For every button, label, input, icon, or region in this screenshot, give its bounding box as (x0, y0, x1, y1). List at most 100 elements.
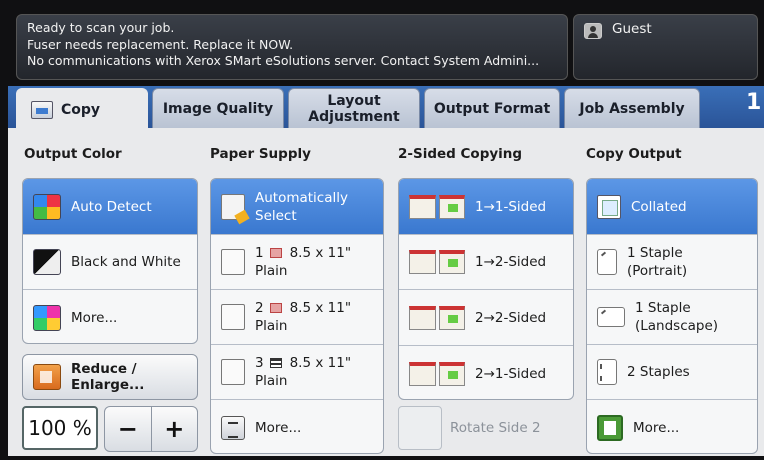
tab-overflow-indicator[interactable]: 1 (746, 90, 761, 115)
tray-size: 8.5 x 11" (289, 300, 352, 316)
two-to-two-sided-icon (409, 305, 465, 330)
tab-image-quality-label: Image Quality (162, 100, 274, 117)
tray-number: 1 (255, 245, 264, 261)
reduce-enlarge-icon (33, 364, 61, 390)
tab-image-quality[interactable]: Image Quality (152, 88, 284, 128)
option-label-line2: (Landscape) (635, 318, 719, 334)
option-label-line1: 1 Staple (627, 245, 683, 261)
copier-screen: Ready to scan your job. Fuser needs repl… (0, 0, 764, 460)
copy-icon (31, 100, 53, 119)
option-label: 2→1-Sided (475, 365, 547, 382)
one-to-two-sided-icon (409, 250, 465, 274)
paper-more[interactable]: More... (211, 399, 383, 453)
status-line-3: No communications with Xerox SMart eSolu… (27, 53, 540, 68)
zoom-increase-button[interactable]: + (152, 407, 198, 451)
option-label-line1: 1 Staple (635, 300, 691, 316)
output-more-icon (597, 414, 623, 441)
two-sided-group: 1→1-Sided 1→2-Sided 2→2-Sided 2→1-Sided (398, 178, 574, 400)
copy-output-group: Collated 1 Staple (Portrait) 1 Staple (L… (586, 178, 758, 454)
list-more-icon (221, 415, 245, 440)
tray-number: 2 (255, 300, 264, 316)
paper-tray-icon (221, 304, 245, 330)
tab-output-format[interactable]: Output Format (424, 88, 560, 128)
paper-color-icon (269, 303, 282, 313)
option-label: 1 Staple (Landscape) (635, 299, 718, 335)
user-name: Guest (612, 21, 652, 37)
option-label: More... (633, 419, 680, 436)
tray-size: 8.5 x 11" (289, 245, 352, 261)
paper-supply-header: Paper Supply (210, 146, 311, 162)
status-line-2: Fuser needs replacement. Replace it NOW. (27, 36, 294, 52)
option-label: 1 Staple (Portrait) (627, 244, 687, 280)
option-label: 1→1-Sided (475, 198, 547, 215)
copy-output-header: Copy Output (586, 146, 682, 162)
paper-auto-select[interactable]: Automatically Select (211, 179, 383, 234)
option-1-to-1-sided[interactable]: 1→1-Sided (399, 179, 573, 234)
option-1-to-2-sided[interactable]: 1→2-Sided (399, 234, 573, 289)
output-color-header: Output Color (24, 146, 122, 162)
color-auto-icon (33, 193, 61, 220)
paper-tray-1[interactable]: 1 8.5 x 11" Plain (211, 234, 383, 289)
collated-icon (597, 194, 621, 219)
tab-layout-adjustment-label: Layout Adjustment (308, 92, 400, 125)
one-to-one-sided-icon (409, 194, 465, 219)
tab-layout-adjustment[interactable]: Layout Adjustment (288, 88, 420, 128)
option-2-to-2-sided[interactable]: 2→2-Sided (399, 289, 573, 345)
option-2-staples[interactable]: 2 Staples (587, 344, 757, 399)
paper-tray-2[interactable]: 2 8.5 x 11" Plain (211, 289, 383, 344)
two-to-one-sided-icon (409, 361, 465, 386)
option-label: 2→2-Sided (475, 309, 547, 326)
zoom-decrease-button[interactable]: − (105, 407, 152, 451)
two-sided-header: 2-Sided Copying (398, 146, 523, 162)
staple-landscape-icon (597, 307, 625, 327)
zoom-percent-field[interactable]: 100 % (22, 406, 98, 450)
status-message-area[interactable]: Ready to scan your job. Fuser needs repl… (16, 14, 568, 80)
tray-type: Plain (255, 263, 288, 279)
status-line-1: Ready to scan your job. (27, 20, 175, 35)
tray-number: 3 (255, 355, 264, 371)
staple-portrait-icon (597, 249, 617, 275)
paper-supply-group: Automatically Select 1 8.5 x 11" Plain 2 8… (210, 178, 384, 454)
black-white-icon (33, 249, 61, 275)
copy-output-more[interactable]: More... (587, 399, 757, 453)
paper-tray-icon (221, 359, 245, 385)
zoom-stepper: − + (104, 406, 198, 452)
user-login-button[interactable]: Guest (573, 14, 758, 80)
rotate-checkbox (398, 406, 442, 450)
reduce-enlarge-button[interactable]: Reduce / Enlarge... (22, 354, 198, 400)
option-color-more[interactable]: More... (23, 289, 197, 343)
paper-tray-3[interactable]: 3 8.5 x 11" Plain (211, 344, 383, 399)
option-label: 2 Staples (627, 364, 690, 380)
option-label: Collated (631, 198, 687, 215)
tray-size: 8.5 x 11" (289, 355, 352, 371)
paper-more-label: More... (255, 419, 302, 436)
tab-copy-label: Copy (61, 101, 101, 118)
option-black-and-white[interactable]: Black and White (23, 234, 197, 289)
paper-auto-label: Automatically Select (255, 189, 348, 225)
tray-type: Plain (255, 373, 288, 389)
tab-output-format-label: Output Format (433, 100, 551, 117)
tab-copy[interactable]: Copy (16, 88, 148, 130)
tray-type: Plain (255, 318, 288, 334)
person-card-icon (584, 23, 602, 39)
tray-2-label: 2 8.5 x 11" Plain (255, 299, 351, 335)
reduce-enlarge-label: Reduce / Enlarge... (71, 361, 145, 393)
option-auto-detect[interactable]: Auto Detect (23, 179, 197, 234)
option-collated[interactable]: Collated (587, 179, 757, 234)
tab-job-assembly-label: Job Assembly (579, 100, 685, 117)
option-label: Auto Detect (71, 198, 152, 215)
option-label: Black and White (71, 254, 181, 270)
option-2-to-1-sided[interactable]: 2→1-Sided (399, 345, 573, 399)
paper-stack-icon (269, 358, 282, 368)
option-1-staple-landscape[interactable]: 1 Staple (Landscape) (587, 289, 757, 344)
tray-1-label: 1 8.5 x 11" Plain (255, 244, 351, 280)
two-staples-icon (597, 359, 617, 385)
tab-job-assembly[interactable]: Job Assembly (564, 88, 700, 128)
option-label: More... (71, 309, 118, 326)
tray-3-label: 3 8.5 x 11" Plain (255, 354, 351, 390)
paper-auto-icon (221, 193, 245, 220)
option-1-staple-portrait[interactable]: 1 Staple (Portrait) (587, 234, 757, 289)
paper-auto-line1: Automatically (255, 189, 348, 206)
color-more-icon (33, 304, 61, 331)
rotate-side-2-label: Rotate Side 2 (450, 420, 541, 436)
